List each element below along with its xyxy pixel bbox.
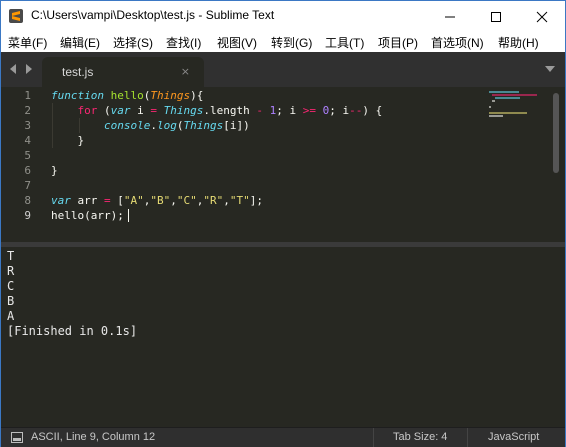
code-line-8: var arr = ["A","B","C","R","T"];	[51, 194, 263, 207]
code-line-9: hello(arr);	[51, 209, 124, 222]
chevron-right-icon[interactable]	[25, 64, 33, 74]
line-number: 1	[24, 89, 31, 102]
tab-test-js[interactable]: test.js ×	[42, 57, 204, 87]
minimize-icon	[445, 16, 455, 18]
status-separator	[467, 428, 468, 447]
tab-size-selector[interactable]: Tab Size: 4	[393, 431, 447, 443]
status-separator	[373, 428, 374, 447]
chevron-left-icon[interactable]	[9, 64, 17, 74]
output-line: C	[7, 279, 15, 293]
menu-bar: 菜单(F) 编辑(E) 选择(S) 查找(I) 视图(V) 转到(G) 工具(T…	[1, 32, 565, 52]
code-line-4: }	[51, 134, 85, 147]
line-number: 5	[24, 149, 31, 162]
close-icon	[536, 11, 548, 23]
status-bar: ASCII, Line 9, Column 12 Tab Size: 4 Jav…	[1, 427, 565, 447]
maximize-icon	[491, 12, 501, 22]
window-title: C:\Users\vampi\Desktop\test.js - Sublime…	[31, 8, 275, 22]
menu-find[interactable]: 查找(I)	[166, 34, 201, 51]
syntax-selector[interactable]: JavaScript	[488, 431, 539, 443]
output-line: R	[7, 264, 15, 278]
line-number: 6	[24, 164, 31, 177]
menu-edit[interactable]: 编辑(E)	[60, 34, 100, 51]
output-line: B	[7, 294, 15, 308]
cursor-position: ASCII, Line 9, Column 12	[31, 431, 156, 443]
title-bar[interactable]: C:\Users\vampi\Desktop\test.js - Sublime…	[1, 1, 565, 32]
menu-tools[interactable]: 工具(T)	[325, 34, 364, 51]
code-line-6: }	[51, 164, 58, 177]
line-number: 8	[24, 194, 31, 207]
vertical-scrollbar[interactable]	[553, 93, 559, 173]
code-editor[interactable]: 1 2 3 4 5 6 7 8 9 function hello(Things)…	[1, 87, 565, 242]
menu-help[interactable]: 帮助(H)	[498, 34, 539, 51]
output-line: A	[7, 309, 15, 323]
minimize-button[interactable]	[427, 1, 473, 32]
tab-close-icon[interactable]: ×	[181, 65, 190, 78]
output-line: [Finished in 0.1s]	[7, 324, 138, 338]
line-number: 4	[24, 134, 31, 147]
sublime-text-icon	[9, 9, 23, 23]
menu-file[interactable]: 菜单(F)	[8, 34, 47, 51]
code-line-1: function hello(Things){	[51, 89, 204, 102]
chevron-down-icon[interactable]	[545, 65, 555, 73]
app-window: C:\Users\vampi\Desktop\test.js - Sublime…	[0, 0, 566, 447]
code-line-2: for (var i = Things.length - 1; i >= 0; …	[77, 104, 383, 117]
output-line: T	[7, 249, 15, 263]
menu-project[interactable]: 项目(P)	[378, 34, 418, 51]
line-number: 3	[24, 119, 31, 132]
maximize-button[interactable]	[473, 1, 519, 32]
menu-preferences[interactable]: 首选项(N)	[431, 34, 484, 51]
build-output-panel: T R C B A [Finished in 0.1s]	[1, 247, 565, 427]
line-number: 2	[24, 104, 31, 117]
line-number: 7	[24, 179, 31, 192]
tab-label: test.js	[62, 65, 94, 79]
panel-toggle-icon[interactable]	[11, 432, 23, 443]
minimap[interactable]	[489, 91, 549, 131]
text-cursor	[128, 209, 129, 222]
line-number-active: 9	[24, 209, 31, 222]
menu-selection[interactable]: 选择(S)	[113, 34, 153, 51]
close-button[interactable]	[519, 1, 565, 32]
menu-view[interactable]: 视图(V)	[217, 34, 257, 51]
code-line-3: console.log(Things[i])	[103, 119, 250, 132]
line-number-gutter: 1 2 3 4 5 6 7 8 9	[1, 87, 41, 242]
menu-goto[interactable]: 转到(G)	[271, 34, 312, 51]
